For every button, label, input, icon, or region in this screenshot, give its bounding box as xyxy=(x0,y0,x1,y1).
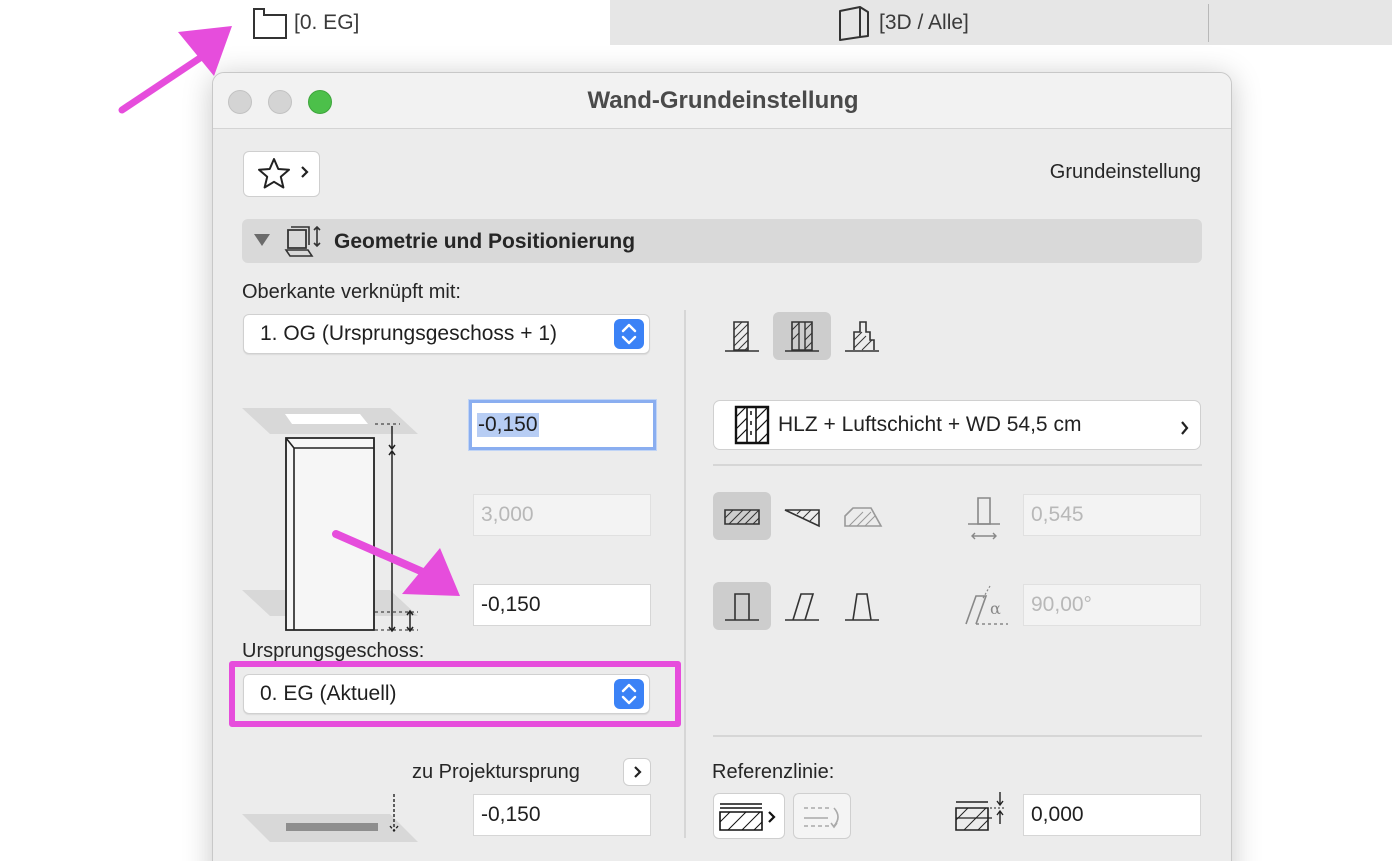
composite-structure-icon xyxy=(734,405,770,445)
tab-separator xyxy=(1208,4,1209,42)
tab-floor-plan-label: [0. EG] xyxy=(294,10,360,34)
svg-text:α: α xyxy=(990,599,1001,618)
thickness-field: 0,545 xyxy=(1023,494,1201,536)
favorites-button[interactable] xyxy=(243,151,320,197)
wall-height-value: 3,000 xyxy=(481,503,534,526)
tab-strip xyxy=(610,0,1392,45)
tab-floor-plan[interactable]: [0. EG] xyxy=(252,0,359,45)
tab-3d[interactable]: [3D / Alle] xyxy=(838,0,969,45)
title-bar: Wand-Grundeinstellung xyxy=(213,73,1231,129)
reference-line-selector[interactable] xyxy=(713,793,785,839)
disclosure-triangle-icon xyxy=(253,233,271,252)
wall-type-basic-button[interactable] xyxy=(713,312,771,360)
composite-structure-selector[interactable]: HLZ + Luftschicht + WD 54,5 cm xyxy=(713,400,1201,450)
project-origin-value: -0,150 xyxy=(481,803,541,826)
slant-angle-value: 90,00° xyxy=(1031,593,1092,616)
wall-diagram xyxy=(242,408,418,633)
project-origin-toggle[interactable] xyxy=(623,758,651,786)
geometry-straight-button[interactable] xyxy=(713,492,771,540)
slant-angle-field: 90,00° xyxy=(1023,584,1201,626)
reference-offset-value: 0,000 xyxy=(1031,803,1084,826)
star-icon xyxy=(256,156,292,192)
dialog-title: Wand-Grundeinstellung xyxy=(587,87,859,114)
select-stepper-icon xyxy=(614,319,644,349)
3d-window-icon xyxy=(838,5,872,41)
select-stepper-icon xyxy=(614,679,644,709)
top-link-select[interactable]: 1. OG (Ursprungsgeschoss + 1) xyxy=(243,314,650,354)
reference-offset-icon xyxy=(955,792,1006,831)
home-story-value: 0. EG (Aktuell) xyxy=(260,682,397,705)
project-origin-field[interactable]: -0,150 xyxy=(473,794,651,836)
chevron-right-icon xyxy=(633,765,643,784)
reference-line-flip-button[interactable] xyxy=(793,793,851,839)
top-link-label: Oberkante verknüpft mit: xyxy=(242,281,461,303)
tab-3d-label: [3D / Alle] xyxy=(879,10,969,34)
document-tab-bar: [0. EG] [3D / Alle] xyxy=(0,0,1392,45)
chevron-right-icon xyxy=(1180,418,1190,442)
section-header[interactable]: Geometrie und Positionierung xyxy=(242,219,1202,263)
project-origin-label: zu Projektursprung xyxy=(412,761,580,783)
top-link-value: 1. OG (Ursprungsgeschoss + 1) xyxy=(260,322,558,345)
thickness-value: 0,545 xyxy=(1031,503,1084,526)
chevron-right-icon xyxy=(300,165,310,184)
top-offset-value: -0,150 xyxy=(477,413,539,437)
composite-structure-label: HLZ + Luftschicht + WD 54,5 cm xyxy=(778,413,1082,436)
slant-inclined-button[interactable] xyxy=(773,582,831,630)
top-offset-field[interactable]: -0,150 xyxy=(469,400,656,450)
column-divider xyxy=(684,310,686,838)
home-story-select[interactable]: 0. EG (Aktuell) xyxy=(243,674,650,714)
slant-perpendicular-button[interactable] xyxy=(713,582,771,630)
right-divider-1 xyxy=(713,464,1202,466)
slant-angle-icon: α xyxy=(965,585,1008,625)
bottom-offset-value: -0,150 xyxy=(481,593,541,616)
right-divider-2 xyxy=(713,735,1202,737)
geometry-position-icon xyxy=(284,224,322,263)
preset-label: Grundeinstellung xyxy=(1049,161,1201,183)
thickness-icon xyxy=(968,497,1000,540)
reference-offset-field[interactable]: 0,000 xyxy=(1023,794,1201,836)
bottom-offset-field[interactable]: -0,150 xyxy=(473,584,651,626)
reference-line-label: Referenzlinie: xyxy=(712,761,835,783)
wall-type-profile-button[interactable] xyxy=(833,312,891,360)
home-story-label: Ursprungsgeschoss: xyxy=(242,640,425,662)
wall-height-field: 3,000 xyxy=(473,494,651,536)
geometry-polygon-button[interactable] xyxy=(833,492,891,540)
wall-type-composite-button[interactable] xyxy=(773,312,831,360)
slant-double-button[interactable] xyxy=(833,582,891,630)
project-origin-diagram xyxy=(242,794,418,842)
geometry-trapezoid-button[interactable] xyxy=(773,492,831,540)
section-title: Geometrie und Positionierung xyxy=(334,230,636,253)
floor-plan-icon xyxy=(252,5,288,41)
